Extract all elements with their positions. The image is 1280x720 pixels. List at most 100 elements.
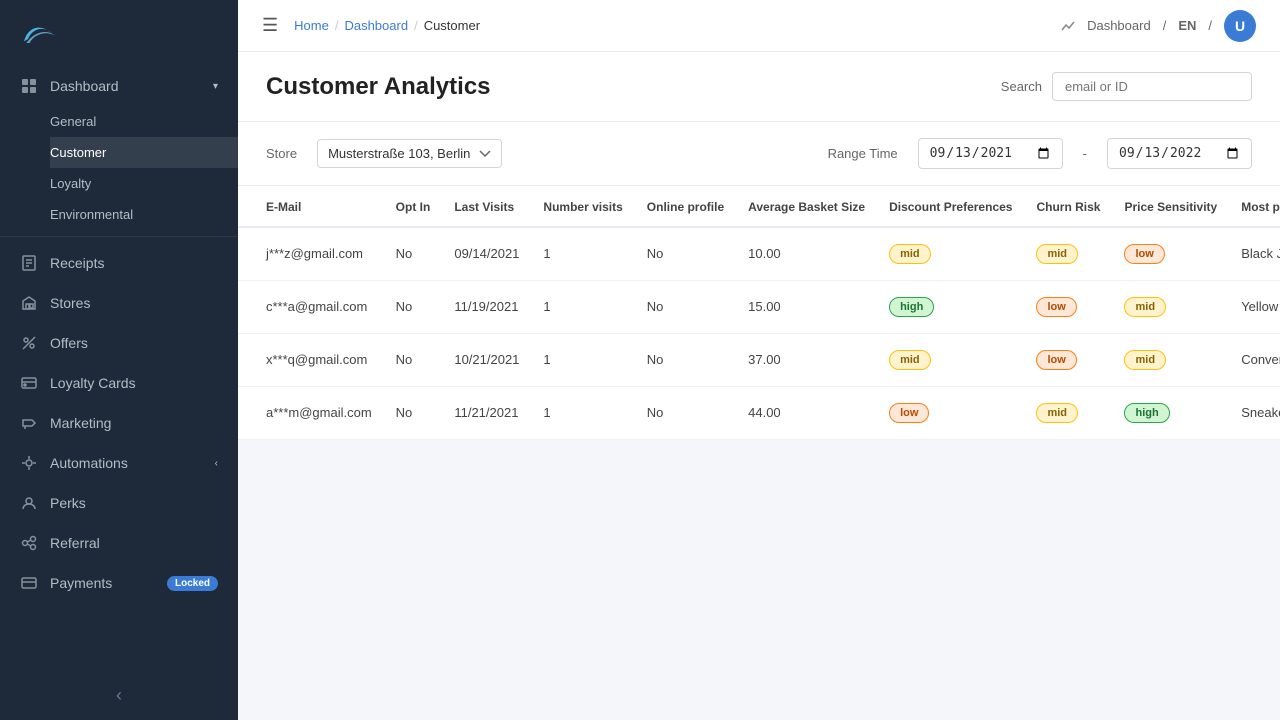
col-email: E-Mail xyxy=(238,186,384,227)
sidebar-item-environmental[interactable]: Environmental xyxy=(50,199,238,230)
sidebar-item-stores[interactable]: Stores xyxy=(0,283,238,323)
cell-last-visits: 11/19/2021 xyxy=(442,280,531,333)
marketing-icon xyxy=(20,414,38,432)
cell-price-sensitivity: mid xyxy=(1112,280,1229,333)
sidebar-item-automations-label: Automations xyxy=(50,455,203,471)
cell-discount-pref: low xyxy=(877,386,1024,439)
churn-risk-badge: low xyxy=(1036,297,1076,317)
sidebar-item-general[interactable]: General xyxy=(50,106,238,137)
automations-chevron-icon: ‹ xyxy=(215,458,218,469)
table-row[interactable]: x***q@gmail.com No 10/21/2021 1 No 37.00… xyxy=(238,333,1280,386)
sidebar-item-referral[interactable]: Referral xyxy=(0,523,238,563)
cell-number-visits: 1 xyxy=(531,333,634,386)
cell-discount-pref: high xyxy=(877,280,1024,333)
col-opt-in: Opt In xyxy=(384,186,443,227)
sidebar-item-dashboard-label: Dashboard xyxy=(50,78,201,94)
cell-churn-risk: mid xyxy=(1024,386,1112,439)
stores-icon xyxy=(20,294,38,312)
cell-popular-items: Sneaker xyxy=(1229,386,1280,439)
topbar-left: ☰ Home / Dashboard / Customer xyxy=(262,15,480,36)
col-discount-pref: Discount Preferences xyxy=(877,186,1024,227)
sidebar-divider xyxy=(0,236,238,237)
sidebar-item-loyalty-cards[interactable]: Loyalty Cards xyxy=(0,363,238,403)
cell-opt-in: No xyxy=(384,333,443,386)
breadcrumb-sep-2: / xyxy=(414,18,418,33)
price-sensitivity-badge: high xyxy=(1124,403,1169,423)
sidebar-item-loyalty-cards-label: Loyalty Cards xyxy=(50,375,218,391)
sidebar-item-stores-label: Stores xyxy=(50,295,218,311)
cell-popular-items: Converse xyxy=(1229,333,1280,386)
cell-email: j***z@gmail.com xyxy=(238,227,384,281)
search-input[interactable] xyxy=(1052,72,1252,101)
breadcrumb-dashboard[interactable]: Dashboard xyxy=(344,18,408,33)
cell-price-sensitivity: mid xyxy=(1112,333,1229,386)
content-area: Customer Analytics Search Store Musterst… xyxy=(238,52,1280,720)
cell-churn-risk: mid xyxy=(1024,227,1112,281)
receipts-icon xyxy=(20,254,38,272)
sidebar-item-offers-label: Offers xyxy=(50,335,218,351)
sidebar-item-marketing[interactable]: Marketing xyxy=(0,403,238,443)
cell-online-profile: No xyxy=(635,280,736,333)
sidebar-item-perks[interactable]: Perks xyxy=(0,483,238,523)
cell-avg-basket: 37.00 xyxy=(736,333,877,386)
cell-email: a***m@gmail.com xyxy=(238,386,384,439)
table-row[interactable]: c***a@gmail.com No 11/19/2021 1 No 15.00… xyxy=(238,280,1280,333)
payments-locked-badge: Locked xyxy=(167,576,218,591)
cell-price-sensitivity: high xyxy=(1112,386,1229,439)
cell-online-profile: No xyxy=(635,386,736,439)
sidebar-item-offers[interactable]: Offers xyxy=(0,323,238,363)
topbar: ☰ Home / Dashboard / Customer Dashboard … xyxy=(238,0,1280,52)
discount-pref-badge: mid xyxy=(889,244,931,264)
page-title: Customer Analytics xyxy=(266,73,491,101)
price-sensitivity-badge: low xyxy=(1124,244,1164,264)
cell-avg-basket: 44.00 xyxy=(736,386,877,439)
cell-last-visits: 11/21/2021 xyxy=(442,386,531,439)
col-popular-items: Most popular items xyxy=(1229,186,1280,227)
automations-icon xyxy=(20,454,38,472)
cell-opt-in: No xyxy=(384,227,443,281)
sidebar-item-automations[interactable]: Automations ‹ xyxy=(0,443,238,483)
sidebar-item-receipts[interactable]: Receipts xyxy=(0,243,238,283)
col-avg-basket: Average Basket Size xyxy=(736,186,877,227)
sidebar-item-customer[interactable]: Customer xyxy=(50,137,238,168)
sidebar-item-environmental-label: Environmental xyxy=(50,207,218,222)
sidebar-item-loyalty[interactable]: Loyalty xyxy=(50,168,238,199)
table-row[interactable]: j***z@gmail.com No 09/14/2021 1 No 10.00… xyxy=(238,227,1280,281)
referral-icon xyxy=(20,534,38,552)
sidebar-item-dashboard[interactable]: Dashboard ▾ xyxy=(0,66,238,106)
store-select[interactable]: Musterstraße 103, Berlin xyxy=(317,139,502,168)
date-from-input[interactable] xyxy=(918,138,1063,169)
offers-icon xyxy=(20,334,38,352)
churn-risk-badge: mid xyxy=(1036,403,1078,423)
avatar[interactable]: U xyxy=(1224,10,1256,42)
page-header: Customer Analytics Search xyxy=(238,52,1280,122)
cell-opt-in: No xyxy=(384,280,443,333)
sidebar-item-customer-label: Customer xyxy=(50,145,218,160)
sidebar-collapse-button[interactable]: ‹ xyxy=(0,671,238,720)
cell-opt-in: No xyxy=(384,386,443,439)
breadcrumb-home[interactable]: Home xyxy=(294,18,329,33)
topbar-lang-en[interactable]: EN xyxy=(1178,18,1196,33)
topbar-right: Dashboard / EN / U xyxy=(1061,10,1256,42)
sidebar-item-payments[interactable]: Payments Locked xyxy=(0,563,238,603)
table-row[interactable]: a***m@gmail.com No 11/21/2021 1 No 44.00… xyxy=(238,386,1280,439)
hamburger-menu-button[interactable]: ☰ xyxy=(262,15,278,36)
sidebar-submenu-dashboard: General Customer Loyalty Environmental xyxy=(0,106,238,230)
sidebar-item-payments-label: Payments xyxy=(50,575,155,591)
topbar-lang: / xyxy=(1163,18,1167,33)
cell-online-profile: No xyxy=(635,227,736,281)
table-body: j***z@gmail.com No 09/14/2021 1 No 10.00… xyxy=(238,227,1280,440)
cell-churn-risk: low xyxy=(1024,333,1112,386)
topbar-dashboard-link[interactable]: Dashboard xyxy=(1087,18,1151,33)
sidebar-item-perks-label: Perks xyxy=(50,495,218,511)
col-price-sensitivity: Price Sensitivity xyxy=(1112,186,1229,227)
chevron-down-icon: ▾ xyxy=(213,81,218,92)
price-sensitivity-badge: mid xyxy=(1124,350,1166,370)
cell-avg-basket: 10.00 xyxy=(736,227,877,281)
sidebar-logo xyxy=(0,0,238,66)
date-to-input[interactable] xyxy=(1107,138,1252,169)
discount-pref-badge: mid xyxy=(889,350,931,370)
cell-discount-pref: mid xyxy=(877,333,1024,386)
table-header-row: E-Mail Opt In Last Visits Number visits … xyxy=(238,186,1280,227)
cell-discount-pref: mid xyxy=(877,227,1024,281)
